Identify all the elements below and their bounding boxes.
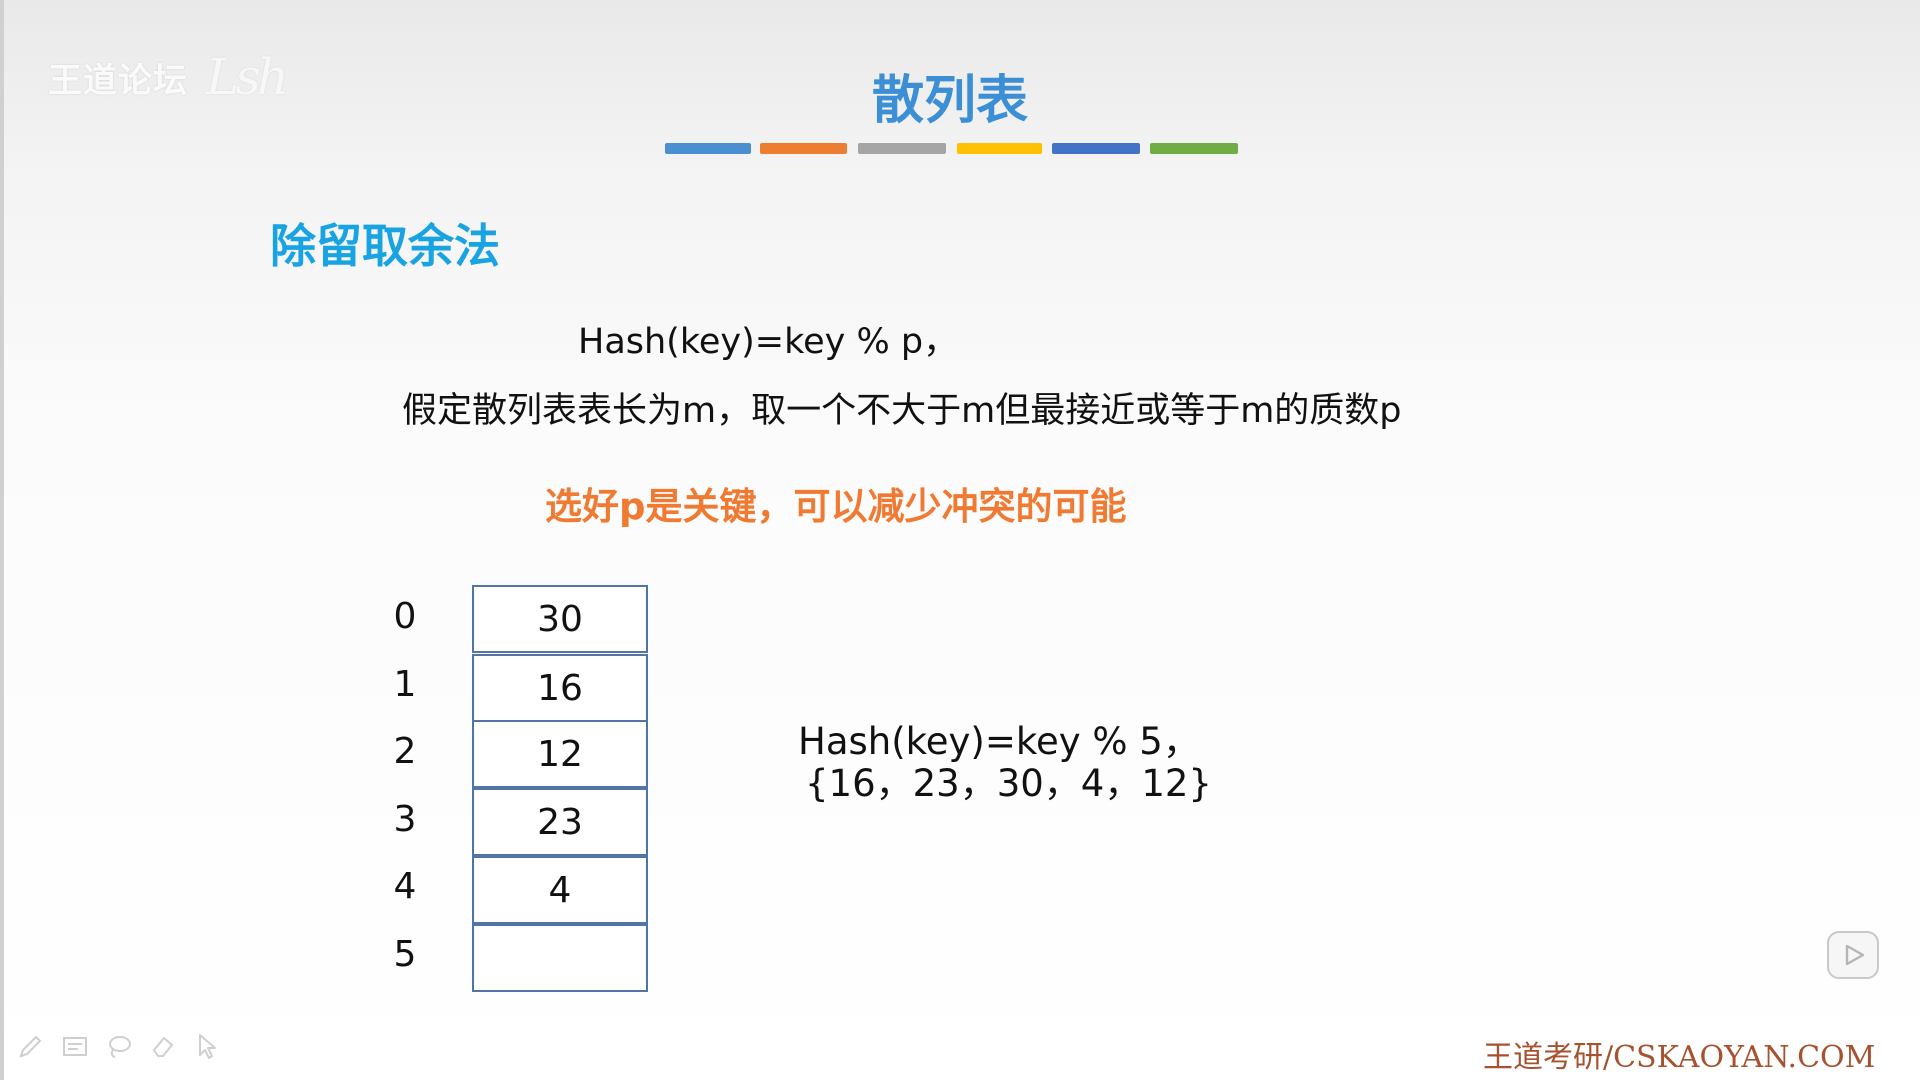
prime-description: 假定散列表表长为m，取一个不大于m但最接近或等于m的质数p (402, 391, 1402, 431)
table-cell: 16 (472, 654, 648, 722)
color-bar-darkblue (1052, 143, 1140, 154)
color-bar-gray (858, 143, 946, 154)
annotation-toolbar (16, 1031, 222, 1061)
table-cell: 30 (472, 585, 648, 653)
general-hash-formula: Hash(key)=key % p， (578, 322, 959, 362)
window-edge (0, 0, 4, 1080)
pointer-icon[interactable] (192, 1031, 222, 1061)
play-button[interactable] (1827, 931, 1879, 979)
play-icon (1845, 944, 1865, 966)
lasso-icon[interactable] (104, 1031, 134, 1061)
table-row-index: 4 (393, 866, 417, 907)
slide-title: 散列表 (871, 71, 1028, 131)
table-row-index: 1 (393, 664, 417, 705)
table-cell: 12 (472, 720, 648, 788)
table-row-index: 5 (393, 934, 417, 975)
table-row-index: 3 (393, 799, 417, 840)
footer-brand: 王道考研/CSKAOYAN.COM (1483, 1040, 1876, 1075)
eraser-icon[interactable] (148, 1031, 178, 1061)
color-bar-orange (760, 143, 847, 154)
key-point-highlight: 选好p是关键，可以减少冲突的可能 (545, 485, 1127, 528)
color-bar-blue (665, 143, 751, 154)
table-row-index: 2 (393, 731, 417, 772)
table-row-index: 0 (393, 596, 417, 637)
pen-icon[interactable] (16, 1031, 46, 1061)
example-key-set: {16，23，30，4，12} (805, 762, 1212, 805)
table-cell (472, 924, 648, 992)
table-cell: 23 (472, 788, 648, 856)
table-cell: 4 (472, 856, 648, 924)
color-bar-yellow (957, 143, 1042, 154)
section-title: 除留取余法 (270, 219, 500, 273)
board-icon[interactable] (60, 1031, 90, 1061)
color-bar-green (1150, 143, 1238, 154)
